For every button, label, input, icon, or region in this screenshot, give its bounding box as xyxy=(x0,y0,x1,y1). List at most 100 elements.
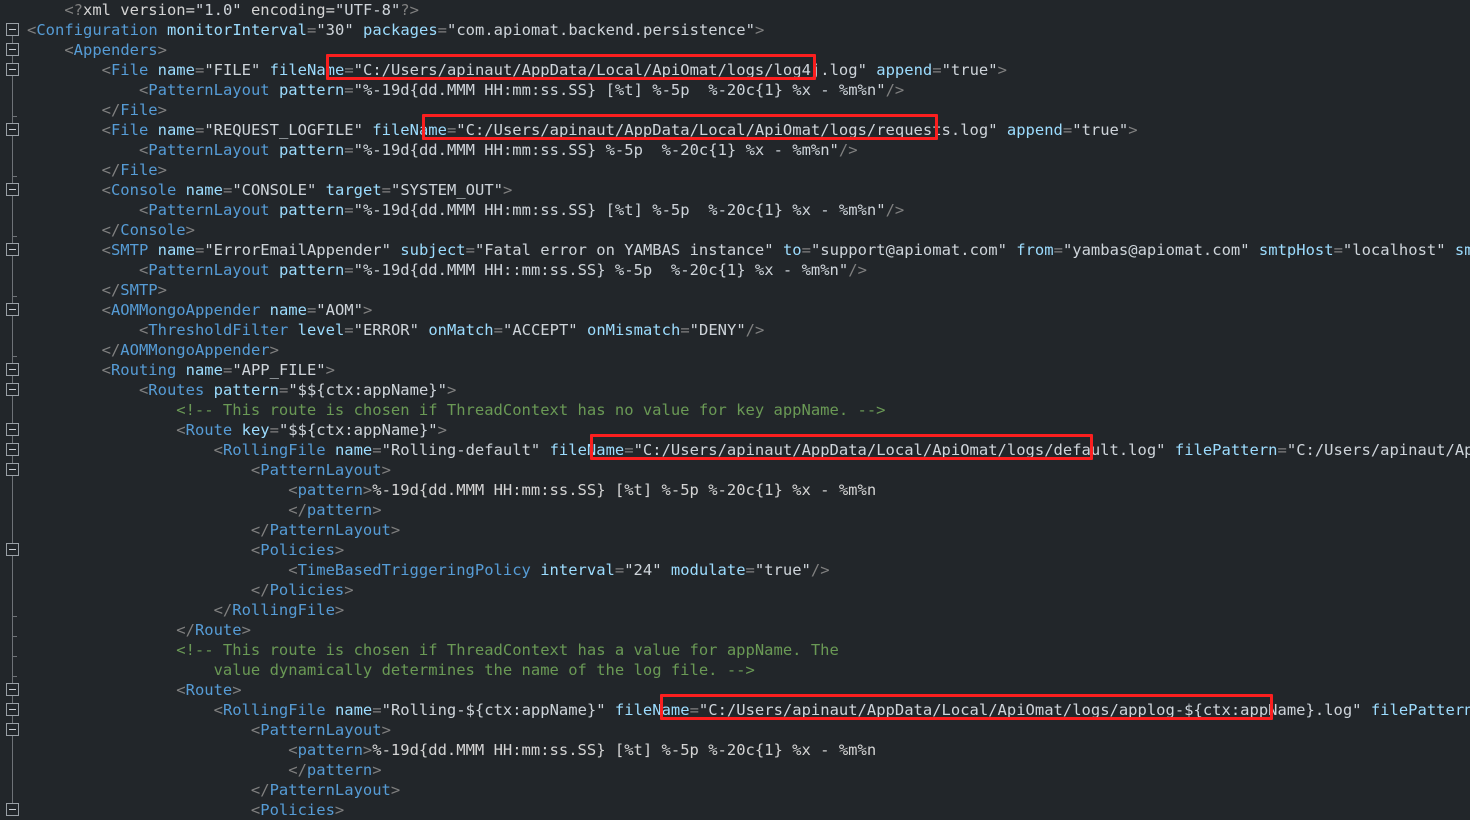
fold-toggle-icon[interactable] xyxy=(6,23,19,36)
fold-region-end-tick xyxy=(12,296,17,297)
code-editor[interactable]: <?xml version="1.0" encoding="UTF-8"?><C… xyxy=(0,0,1470,820)
code-token-txt xyxy=(363,121,372,139)
code-token-pn: </ xyxy=(102,281,121,299)
code-line[interactable]: </pattern> xyxy=(288,500,381,520)
code-token-tag: Policies xyxy=(260,541,335,559)
code-line[interactable]: <!-- This route is chosen if ThreadConte… xyxy=(176,400,885,420)
code-token-pn: < xyxy=(27,21,36,39)
fold-toggle-icon[interactable] xyxy=(6,243,19,256)
code-content[interactable]: <?xml version="1.0" encoding="UTF-8"?><C… xyxy=(0,0,1470,820)
fold-toggle-icon[interactable] xyxy=(6,63,19,76)
code-line[interactable]: <RollingFile name="Rolling-${ctx:appName… xyxy=(214,700,1470,720)
code-token-pn: > xyxy=(335,541,344,559)
code-line[interactable]: <PatternLayout pattern="%-19d{dd.MMM HH:… xyxy=(139,200,904,220)
code-line[interactable]: <Routing name="APP_FILE"> xyxy=(102,360,335,380)
code-line[interactable]: <TimeBasedTriggeringPolicy interval="24"… xyxy=(288,560,829,580)
code-token-pn: = xyxy=(344,141,353,159)
code-line[interactable]: </AOMMongoAppender> xyxy=(102,340,279,360)
fold-toggle-icon[interactable] xyxy=(6,423,19,436)
code-token-tag: Console xyxy=(111,181,176,199)
fold-toggle-icon[interactable] xyxy=(6,703,19,716)
code-token-pn: < xyxy=(102,241,111,259)
code-line[interactable]: <PatternLayout pattern="%-19d{dd.MMM HH:… xyxy=(139,80,904,100)
code-line[interactable]: <PatternLayout pattern="%-19d{dd.MMM HH:… xyxy=(139,140,858,160)
code-line[interactable]: <File name="FILE" fileName="C:/Users/api… xyxy=(102,60,1007,80)
code-line[interactable]: <PatternLayout pattern="%-19d{dd.MMM HH:… xyxy=(139,260,867,280)
code-line[interactable]: </File> xyxy=(102,160,167,180)
code-token-att: key xyxy=(242,421,270,439)
code-line[interactable]: </Console> xyxy=(102,220,195,240)
code-token-txt xyxy=(176,361,185,379)
code-token-txt xyxy=(232,421,241,439)
code-token-tag: ThresholdFilter xyxy=(148,321,288,339)
code-token-txt xyxy=(1007,241,1016,259)
code-line[interactable]: <pattern>%-19d{dd.MMM HH:mm:ss.SS} [%t] … xyxy=(288,480,876,500)
code-token-att: name xyxy=(186,361,223,379)
code-token-att: append xyxy=(1007,121,1063,139)
code-line[interactable]: <AOMMongoAppender name="AOM"> xyxy=(102,300,373,320)
code-token-att: to xyxy=(783,241,802,259)
code-token-pn: > xyxy=(372,501,381,519)
fold-toggle-icon[interactable] xyxy=(6,543,19,556)
code-line[interactable]: <Configuration monitorInterval="30" pack… xyxy=(27,20,764,40)
code-line[interactable]: value dynamically determines the name of… xyxy=(214,660,755,680)
code-token-txt xyxy=(148,61,157,79)
fold-toggle-icon[interactable] xyxy=(6,443,19,456)
code-token-val: "Fatal error on YAMBAS instance" xyxy=(475,241,774,259)
code-token-txt xyxy=(176,181,185,199)
fold-toggle-icon[interactable] xyxy=(6,463,19,476)
code-line[interactable]: <File name="REQUEST_LOGFILE" fileName="C… xyxy=(102,120,1138,140)
code-line[interactable]: <pattern>%-19d{dd.MMM HH:mm:ss.SS} [%t] … xyxy=(288,740,876,760)
fold-toggle-icon[interactable] xyxy=(6,803,19,816)
code-token-txt xyxy=(270,81,279,99)
code-token-tag: PatternLayout xyxy=(260,721,381,739)
code-folding-gutter[interactable] xyxy=(0,0,26,820)
code-line[interactable]: </File> xyxy=(102,100,167,120)
fold-toggle-icon[interactable] xyxy=(6,123,19,136)
code-line[interactable]: <PatternLayout> xyxy=(251,460,391,480)
code-line[interactable]: </RollingFile> xyxy=(214,600,345,620)
code-line[interactable]: <!-- This route is chosen if ThreadConte… xyxy=(176,640,839,660)
code-token-txt xyxy=(260,301,269,319)
fold-toggle-icon[interactable] xyxy=(6,683,19,696)
code-token-pn: = xyxy=(195,61,204,79)
code-line[interactable]: <RollingFile name="Rolling-default" file… xyxy=(214,440,1470,460)
code-line[interactable]: <Appenders> xyxy=(64,40,167,60)
code-token-pn: > xyxy=(447,381,456,399)
fold-toggle-icon[interactable] xyxy=(6,383,19,396)
code-token-val: "FILE" xyxy=(204,61,260,79)
code-token-pn: = xyxy=(344,321,353,339)
code-token-tag: Policies xyxy=(270,581,345,599)
code-line[interactable]: </PatternLayout> xyxy=(251,780,400,800)
code-line[interactable]: </Route> xyxy=(176,620,251,640)
fold-toggle-icon[interactable] xyxy=(6,43,19,56)
code-line[interactable]: <Policies> xyxy=(251,800,344,820)
code-token-att: target xyxy=(326,181,382,199)
code-token-tag: File xyxy=(120,101,157,119)
code-line[interactable]: <Routes pattern="$${ctx:appName}"> xyxy=(139,380,456,400)
code-token-tag: Console xyxy=(120,221,185,239)
code-token-val: "C:/Users/apinaut/AppData/Local/ApiOmat/… xyxy=(456,121,997,139)
fold-toggle-icon[interactable] xyxy=(6,303,19,316)
fold-toggle-icon[interactable] xyxy=(6,363,19,376)
code-line[interactable]: <SMTP name="ErrorEmailAppender" subject=… xyxy=(102,240,1470,260)
code-line[interactable]: <Console name="CONSOLE" target="SYSTEM_O… xyxy=(102,180,513,200)
code-line[interactable]: </PatternLayout> xyxy=(251,520,400,540)
code-token-pn: </ xyxy=(102,161,121,179)
code-line[interactable]: </Policies> xyxy=(251,580,354,600)
fold-toggle-icon[interactable] xyxy=(6,723,19,736)
code-line[interactable]: </pattern> xyxy=(288,760,381,780)
code-line[interactable]: <Route key="$${ctx:appName}"> xyxy=(176,420,447,440)
code-token-txt: %-19d{dd.MMM HH:mm:ss.SS} [%t] %-5p %-20… xyxy=(372,741,876,759)
code-token-pn: > xyxy=(344,581,353,599)
code-token-pn: > xyxy=(270,341,279,359)
fold-toggle-icon[interactable] xyxy=(6,183,19,196)
code-line[interactable]: <ThresholdFilter level="ERROR" onMatch="… xyxy=(139,320,764,340)
code-line[interactable]: <?xml version="1.0" encoding="UTF-8"?> xyxy=(64,0,419,20)
code-token-att: name xyxy=(186,181,223,199)
code-line[interactable]: <PatternLayout> xyxy=(251,720,391,740)
code-line[interactable]: <Policies> xyxy=(251,540,344,560)
code-line[interactable]: </SMTP> xyxy=(102,280,167,300)
code-token-tag: Configuration xyxy=(36,21,157,39)
code-line[interactable]: <Route> xyxy=(176,680,241,700)
